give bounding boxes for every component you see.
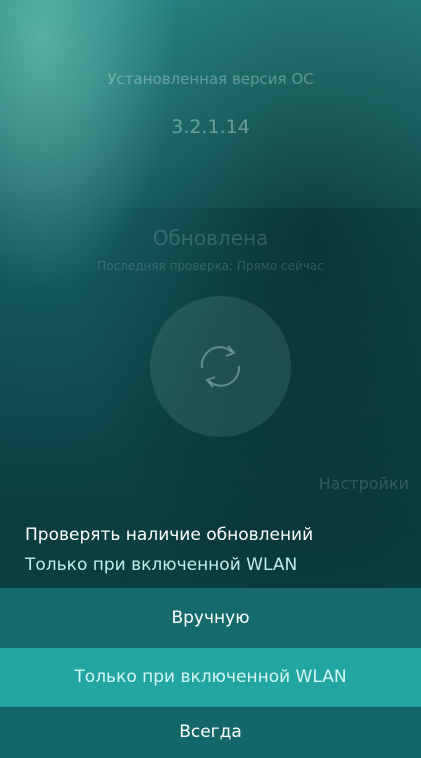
os-version-value: 3.2.1.14: [171, 116, 250, 138]
update-status-title: Обновлена: [152, 226, 269, 250]
settings-link[interactable]: Настройки: [319, 474, 409, 493]
os-version-label: Установленная версия ОС: [107, 70, 314, 88]
check-updates-dropdown-menu: Вручную Только при включенной WLAN Всегд…: [0, 588, 421, 758]
check-updates-current-value: Только при включенной WLAN: [25, 555, 298, 575]
menu-item-always[interactable]: Всегда: [0, 707, 421, 758]
last-check-text: Последняя проверка: Прямо сейчас: [97, 259, 324, 273]
refresh-icon: [200, 345, 241, 388]
check-updates-button[interactable]: [150, 296, 291, 437]
check-updates-label: Проверять наличие обновлений: [25, 525, 314, 545]
menu-item-manual[interactable]: Вручную: [0, 588, 421, 648]
menu-item-wlan-only[interactable]: Только при включенной WLAN: [0, 648, 421, 707]
os-version-panel: [0, 0, 421, 208]
